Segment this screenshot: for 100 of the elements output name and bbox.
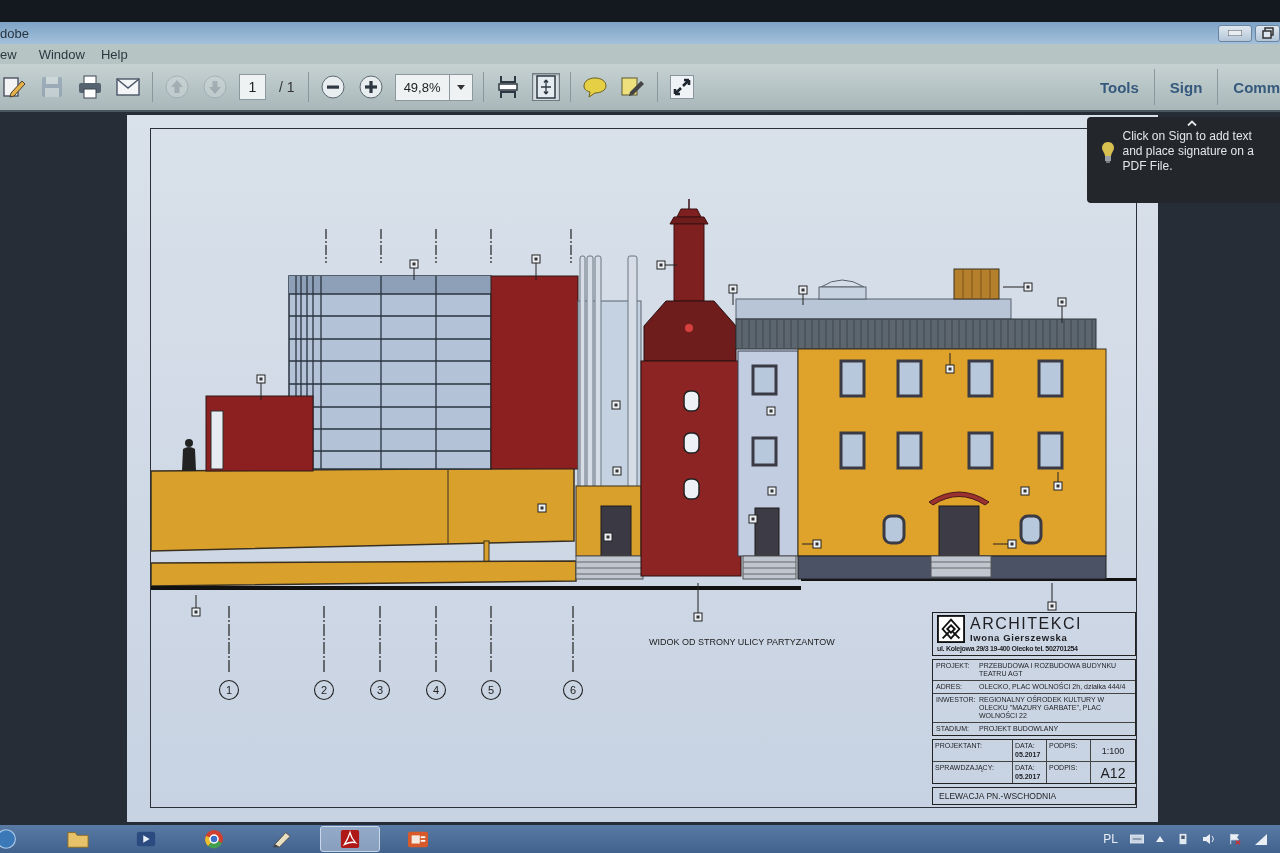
pen-on-paper-icon xyxy=(620,75,645,99)
tag-marker-icon xyxy=(531,254,541,281)
pen-tool-icon xyxy=(271,829,293,849)
fit-page-button[interactable] xyxy=(531,73,560,101)
tower-window xyxy=(683,478,700,500)
roof-vent xyxy=(953,268,1000,300)
grid-axis-marker: 4 xyxy=(425,679,447,701)
building-window xyxy=(1037,431,1064,470)
tag-marker-icon xyxy=(798,285,808,306)
flag-icon[interactable] xyxy=(1228,833,1242,845)
page-scroll-icon xyxy=(495,75,520,99)
axis-line xyxy=(490,228,492,264)
tower-window xyxy=(683,390,700,412)
signal-bars-icon[interactable] xyxy=(1254,833,1268,845)
caret-icon xyxy=(1186,120,1197,126)
minimize-icon xyxy=(1228,30,1242,36)
slides-icon xyxy=(407,829,429,849)
door-arch xyxy=(928,491,990,506)
tag-marker-icon xyxy=(409,259,419,281)
steps xyxy=(930,555,992,578)
sheet-number: A12 xyxy=(1100,764,1126,781)
tag-marker-icon xyxy=(611,400,621,410)
firm-name: ARCHITEKCI xyxy=(970,615,1082,632)
axis-line xyxy=(570,228,572,264)
keyboard-icon[interactable] xyxy=(1130,833,1144,845)
roof-dome xyxy=(818,279,867,300)
door xyxy=(600,505,632,557)
printer-icon xyxy=(78,75,102,99)
fit-page-icon xyxy=(533,75,558,99)
tag-marker-icon xyxy=(766,406,776,416)
page-number-field[interactable]: 1 xyxy=(239,74,266,100)
building-window xyxy=(1037,359,1064,398)
zoom-out-button[interactable] xyxy=(318,73,347,101)
folder-icon xyxy=(67,829,89,849)
grid-axis-marker: 2 xyxy=(313,679,335,701)
tower-window xyxy=(683,432,700,454)
tag-marker-icon xyxy=(728,284,738,306)
building-window xyxy=(839,431,866,470)
support-post xyxy=(483,540,490,564)
zoom-in-button[interactable] xyxy=(356,73,385,101)
menu-item[interactable]: Window xyxy=(38,46,91,62)
scale-value: 1:100 xyxy=(1101,745,1125,756)
tag-marker-icon xyxy=(256,374,266,401)
steps xyxy=(742,555,797,580)
expand-arrows-icon xyxy=(669,75,694,99)
building-window xyxy=(967,359,994,398)
firm-logo-icon xyxy=(937,615,965,643)
taskbar-app-button[interactable] xyxy=(320,826,380,852)
speech-bubble-icon xyxy=(582,75,607,99)
axis-line xyxy=(323,605,325,675)
tag-marker-icon xyxy=(945,352,955,374)
caret-icon[interactable] xyxy=(1156,836,1164,842)
tag-marker-icon xyxy=(767,486,777,496)
tag-marker-icon xyxy=(1002,282,1033,292)
door xyxy=(754,507,780,557)
window-title: dobe xyxy=(0,25,29,41)
axis-line xyxy=(435,605,437,675)
caret-icon xyxy=(456,84,465,90)
language-indicator[interactable]: PL xyxy=(1103,832,1118,846)
menu-item[interactable]: ew xyxy=(0,46,23,62)
steps xyxy=(575,555,644,580)
drawing-title: ELEWACJA PN.-WSCHODNIA xyxy=(939,791,1057,801)
axis-line xyxy=(325,228,327,264)
envelope-icon xyxy=(116,75,140,99)
grid-axis-marker: 1 xyxy=(218,679,240,701)
arched-window xyxy=(1019,514,1043,545)
pane-tab[interactable]: Tools xyxy=(1084,78,1154,96)
pane-tab[interactable]: Comm xyxy=(1218,78,1280,96)
arched-window xyxy=(882,514,906,545)
speaker-icon[interactable] xyxy=(1202,833,1216,845)
grid-axis-marker: 5 xyxy=(480,679,502,701)
tag-marker-icon xyxy=(801,539,822,549)
grid-axis-marker: 3 xyxy=(369,679,391,701)
lightbulb-icon xyxy=(1100,140,1115,163)
pdf-icon xyxy=(339,829,361,849)
minus-icon xyxy=(320,75,345,99)
grid-axis-marker: 6 xyxy=(562,679,584,701)
axis-line xyxy=(379,605,381,675)
architect-name: Iwona Gierszewska xyxy=(970,632,1069,643)
tag-marker-icon xyxy=(1053,471,1063,491)
menu-item[interactable]: Help xyxy=(100,46,134,62)
tag-marker-icon xyxy=(191,594,201,617)
restore-button[interactable] xyxy=(1255,24,1280,42)
tag-marker-icon xyxy=(1020,486,1030,496)
full-screen-button[interactable] xyxy=(667,73,696,101)
door xyxy=(938,505,980,557)
tag-marker-icon xyxy=(748,514,758,524)
view-caption: WIDOK OD STRONY ULICY PARTYZANTOW xyxy=(649,637,835,647)
axis-line xyxy=(435,228,437,264)
zoom-field[interactable]: 49,8% xyxy=(394,73,473,101)
tag-marker-icon xyxy=(537,503,547,513)
pane-tab[interactable]: Sign xyxy=(1154,78,1218,96)
building-window xyxy=(967,431,994,470)
restore-icon xyxy=(1261,27,1274,39)
person-figure xyxy=(182,439,196,471)
print-button[interactable] xyxy=(76,73,104,101)
tag-marker-icon xyxy=(693,582,703,622)
color-wheel-icon xyxy=(203,829,225,849)
page-count: / 1 xyxy=(278,79,296,95)
axis-line xyxy=(490,605,492,675)
